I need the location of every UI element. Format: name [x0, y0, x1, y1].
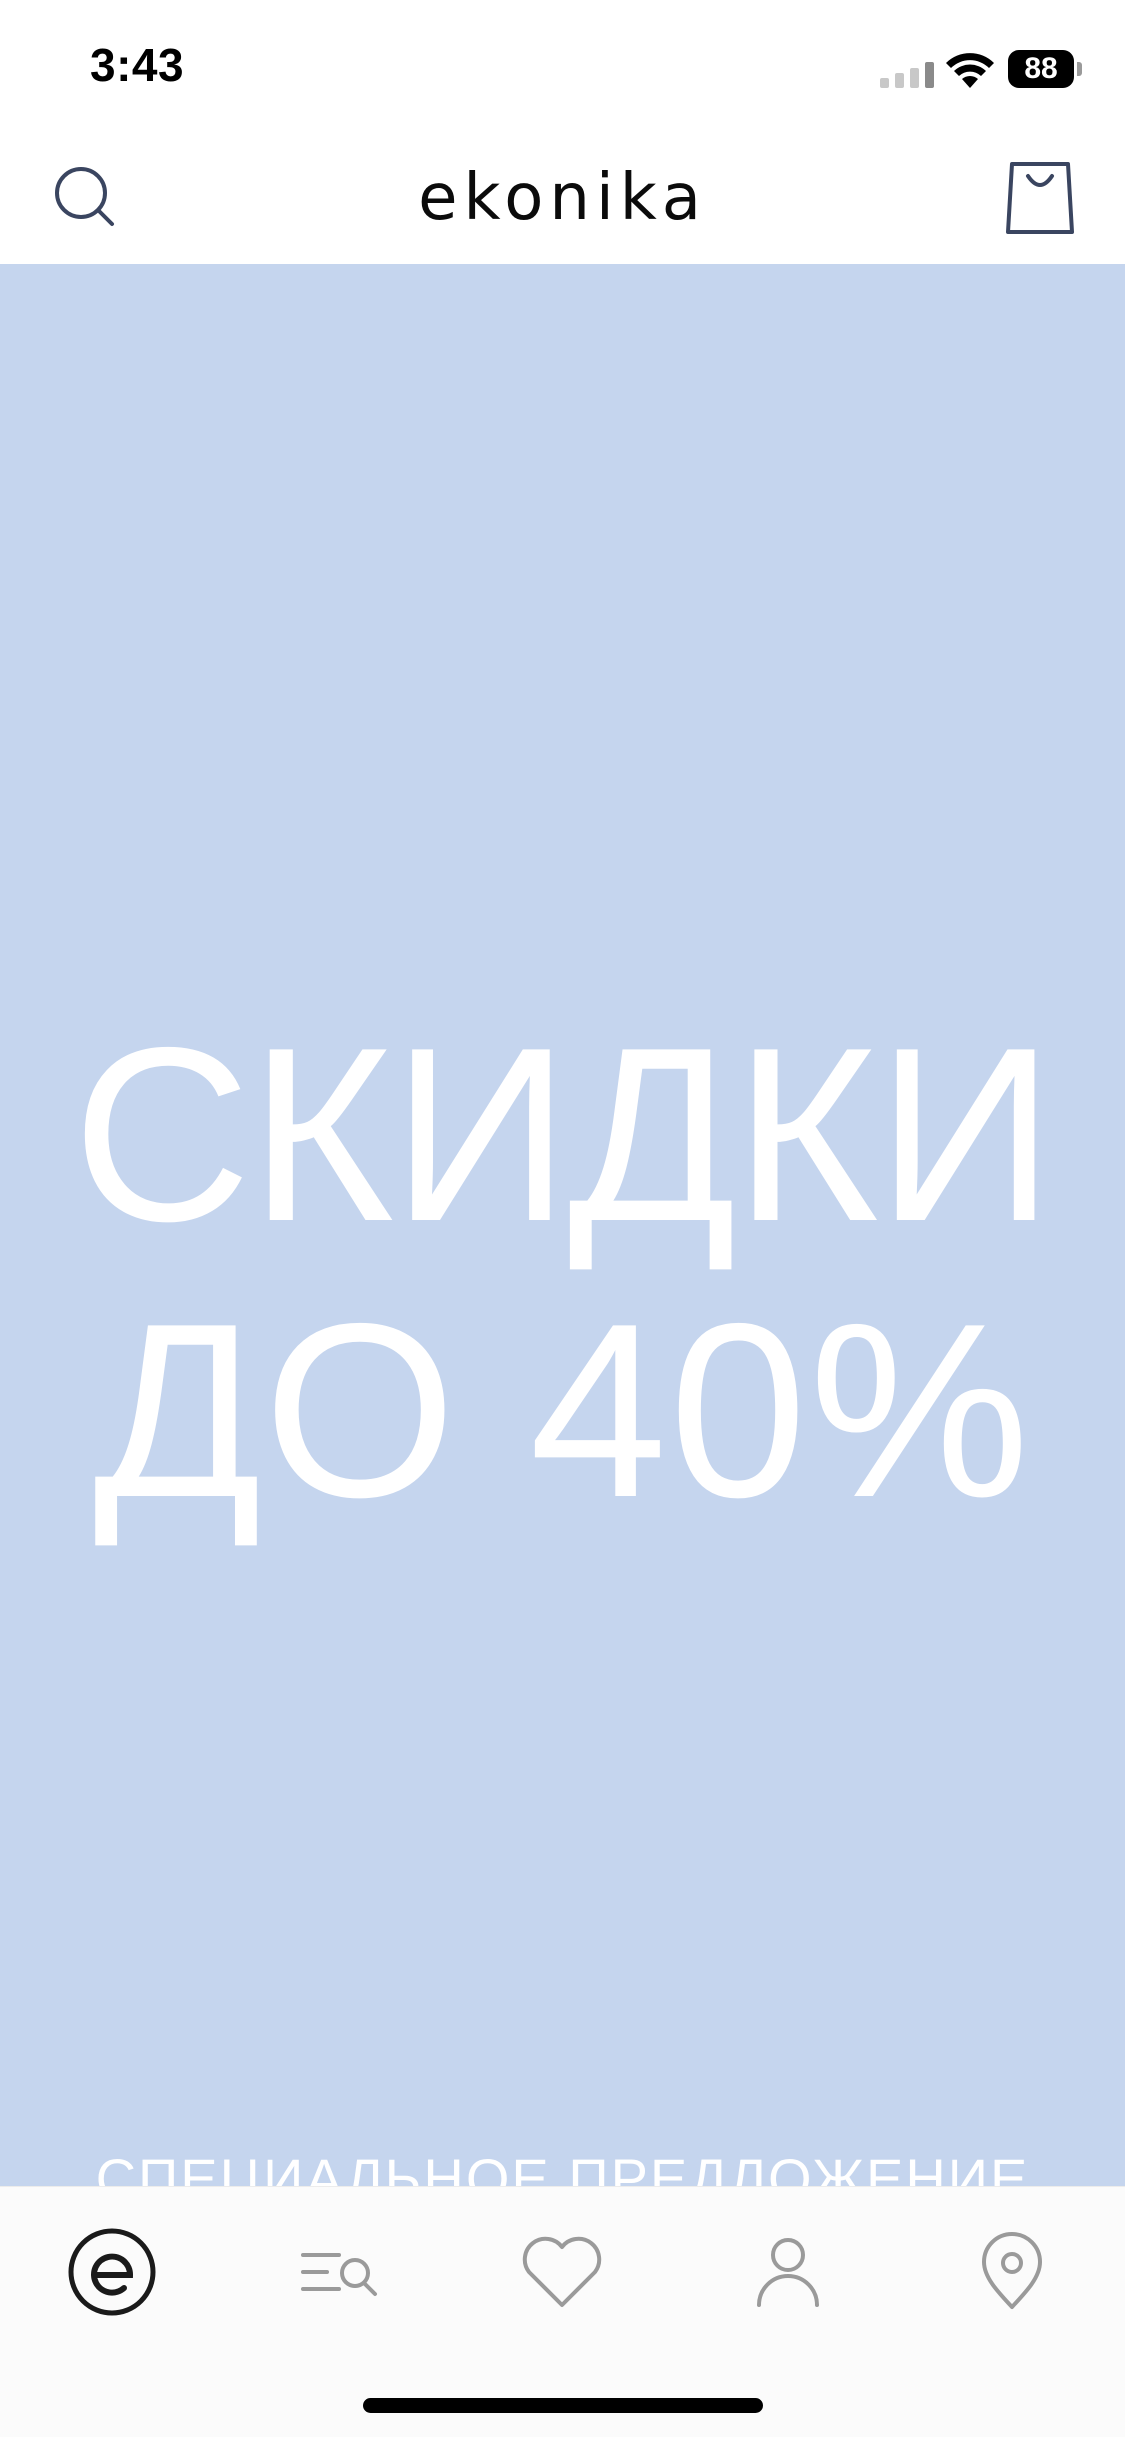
user-icon — [757, 2238, 819, 2307]
brand-logo[interactable]: ekonika — [0, 160, 1125, 236]
tab-favorites[interactable] — [507, 2217, 617, 2327]
promo-title-line-1: СКИДКИ — [72, 995, 1054, 1273]
status-bar: 3:43 88 — [0, 0, 1125, 132]
home-indicator[interactable] — [363, 2398, 763, 2413]
promo-banner[interactable]: СКИДКИ ДО 40% СПЕЦИАЛЬНОЕ ПРЕДЛОЖЕНИЕ — [0, 264, 1125, 2186]
promo-subtitle: СПЕЦИАЛЬНОЕ ПРЕДЛОЖЕНИЕ — [95, 2147, 1030, 2186]
promo-title-line-2: ДО 40% — [93, 1271, 1032, 1549]
catalog-search-icon — [301, 2253, 377, 2296]
battery-icon: 88 — [1008, 50, 1082, 90]
battery-level: 88 — [1008, 50, 1074, 88]
shopping-bag-icon[interactable] — [1004, 160, 1076, 236]
tab-home[interactable] — [57, 2217, 167, 2327]
battery-cap — [1077, 62, 1082, 76]
heart-icon — [522, 2236, 602, 2307]
wifi-icon — [946, 53, 994, 88]
tab-stores[interactable] — [957, 2217, 1067, 2327]
cellular-signal-icon — [880, 62, 934, 88]
app-header: ekonika — [0, 132, 1125, 264]
location-pin-icon — [982, 2232, 1042, 2309]
tab-profile[interactable] — [733, 2217, 843, 2327]
tab-catalog[interactable] — [283, 2217, 393, 2327]
home-logo-icon — [68, 2228, 156, 2316]
status-time: 3:43 — [90, 39, 185, 91]
